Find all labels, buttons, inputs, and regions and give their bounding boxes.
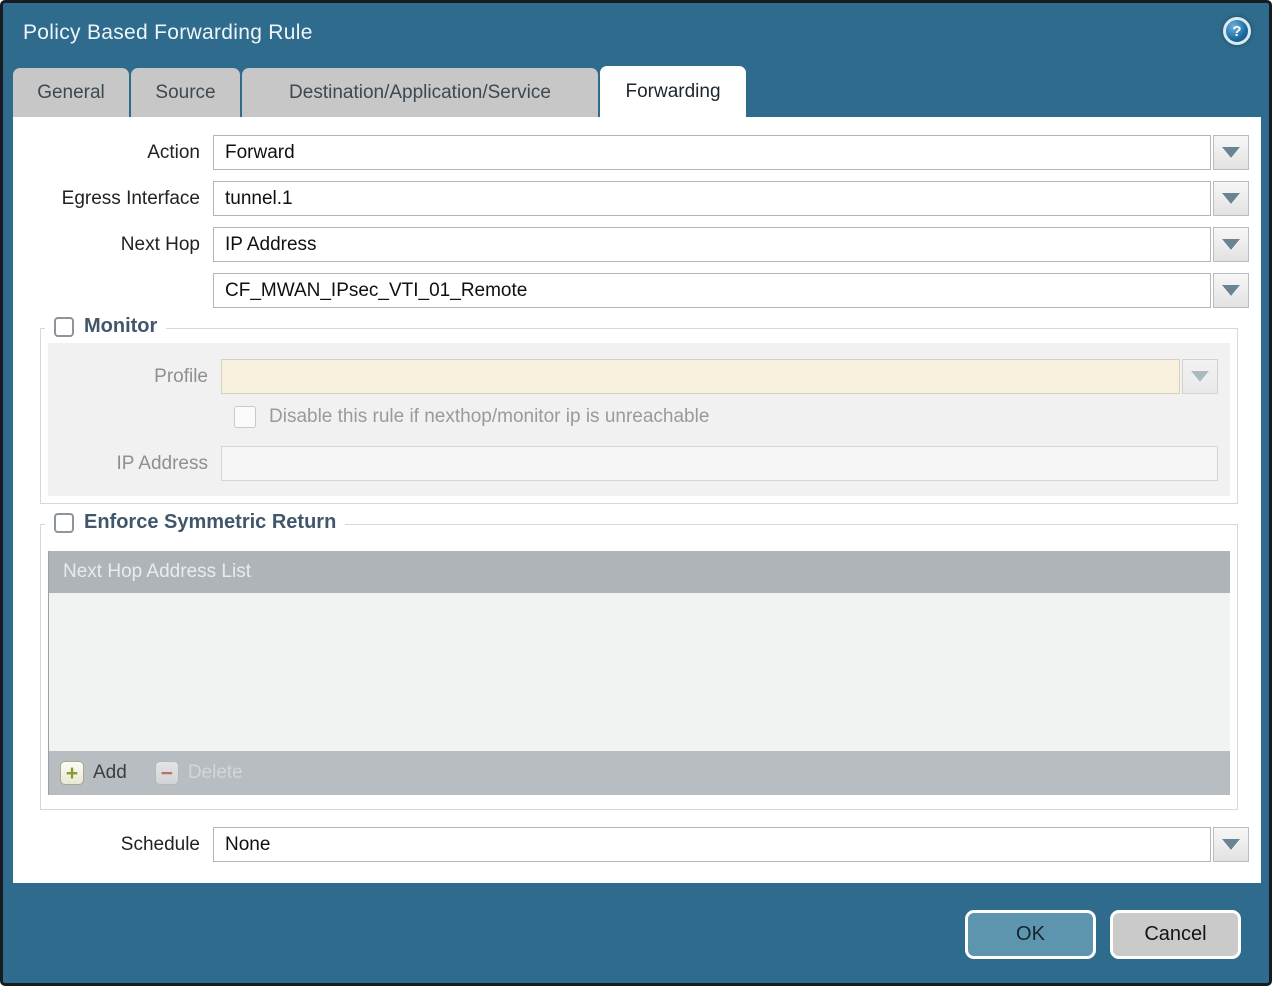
monitor-legend-label: Monitor [84, 315, 157, 338]
chevron-down-icon [1222, 193, 1240, 204]
chevron-down-icon [1222, 147, 1240, 158]
disable-rule-checkbox [234, 406, 256, 428]
cancel-button[interactable]: Cancel [1110, 910, 1241, 959]
egress-interface-dropdown-button[interactable] [1213, 181, 1249, 216]
next-hop-address-list-body [49, 593, 1230, 751]
monitor-ip-input [221, 446, 1218, 481]
chevron-down-icon [1222, 839, 1240, 850]
monitor-legend: Monitor [45, 315, 166, 338]
dialog-footer: OK Cancel [965, 910, 1241, 959]
next-hop-address-value[interactable]: CF_MWAN_IPsec_VTI_01_Remote [213, 273, 1211, 308]
delete-button-label: Delete [188, 762, 243, 784]
enforce-symmetric-return-legend: Enforce Symmetric Return [45, 511, 345, 534]
tab-das-label: Destination/Application/Service [289, 82, 551, 104]
schedule-label: Schedule [13, 834, 213, 856]
delete-button: − Delete [155, 761, 243, 785]
enforce-symmetric-return-checkbox[interactable] [54, 513, 74, 533]
monitor-fieldset: Monitor Profile Disable this rule if nex… [40, 328, 1238, 504]
ok-button[interactable]: OK [965, 910, 1096, 959]
tab-general[interactable]: General [13, 68, 129, 117]
next-hop-label: Next Hop [13, 234, 213, 256]
next-hop-address-row: CF_MWAN_IPsec_VTI_01_Remote [13, 273, 1249, 308]
next-hop-row: Next Hop IP Address [13, 227, 1249, 262]
profile-row: Profile [48, 359, 1218, 394]
egress-interface-label: Egress Interface [13, 188, 213, 210]
schedule-row: Schedule None [13, 827, 1249, 862]
monitor-checkbox[interactable] [54, 317, 74, 337]
next-hop-address-list-footer: + Add − Delete [49, 751, 1230, 795]
plus-icon: + [60, 761, 84, 785]
enforce-symmetric-return-label: Enforce Symmetric Return [84, 511, 336, 534]
chevron-down-icon [1222, 285, 1240, 296]
schedule-value[interactable]: None [213, 827, 1211, 862]
next-hop-value[interactable]: IP Address [213, 227, 1211, 262]
egress-interface-row: Egress Interface tunnel.1 [13, 181, 1249, 216]
tab-forwarding-label: Forwarding [625, 81, 720, 103]
profile-input [221, 359, 1180, 394]
action-label: Action [13, 142, 213, 164]
monitor-ip-label: IP Address [48, 453, 221, 475]
chevron-down-icon [1222, 239, 1240, 250]
next-hop-dropdown-button[interactable] [1213, 227, 1249, 262]
schedule-combo: None [213, 827, 1249, 862]
tab-bar: General Source Destination/Application/S… [13, 66, 746, 117]
minus-icon: − [155, 761, 179, 785]
action-value[interactable]: Forward [213, 135, 1211, 170]
dialog-title: Policy Based Forwarding Rule [23, 21, 313, 45]
monitor-disabled-panel: Profile Disable this rule if nexthop/mon… [48, 343, 1230, 496]
profile-dropdown-button [1182, 359, 1218, 394]
chevron-down-icon [1191, 371, 1209, 382]
help-icon[interactable]: ? [1223, 17, 1251, 45]
profile-label: Profile [48, 366, 221, 388]
disable-rule-row: Disable this rule if nexthop/monitor ip … [234, 406, 1218, 428]
tab-general-label: General [37, 82, 105, 104]
tab-source-label: Source [155, 82, 215, 104]
tab-source[interactable]: Source [131, 68, 240, 117]
tab-destination-application-service[interactable]: Destination/Application/Service [242, 68, 598, 117]
monitor-ip-row: IP Address [48, 446, 1218, 481]
egress-interface-value[interactable]: tunnel.1 [213, 181, 1211, 216]
next-hop-address-combo: CF_MWAN_IPsec_VTI_01_Remote [213, 273, 1249, 308]
action-dropdown-button[interactable] [1213, 135, 1249, 170]
next-hop-address-list-header: Next Hop Address List [49, 551, 1230, 593]
next-hop-combo: IP Address [213, 227, 1249, 262]
next-hop-address-dropdown-button[interactable] [1213, 273, 1249, 308]
enforce-symmetric-return-fieldset: Enforce Symmetric Return Next Hop Addres… [40, 524, 1238, 810]
add-button-label: Add [93, 762, 127, 784]
policy-based-forwarding-dialog: Policy Based Forwarding Rule ? General S… [0, 0, 1272, 986]
next-hop-address-list-table: Next Hop Address List + Add − Delete [48, 551, 1230, 795]
disable-rule-label: Disable this rule if nexthop/monitor ip … [269, 406, 709, 428]
tab-forwarding[interactable]: Forwarding [600, 66, 746, 117]
forwarding-tab-panel: Action Forward Egress Interface tunnel.1… [13, 117, 1261, 883]
action-combo: Forward [213, 135, 1249, 170]
schedule-dropdown-button[interactable] [1213, 827, 1249, 862]
action-row: Action Forward [13, 135, 1249, 170]
add-button[interactable]: + Add [60, 761, 127, 785]
egress-interface-combo: tunnel.1 [213, 181, 1249, 216]
